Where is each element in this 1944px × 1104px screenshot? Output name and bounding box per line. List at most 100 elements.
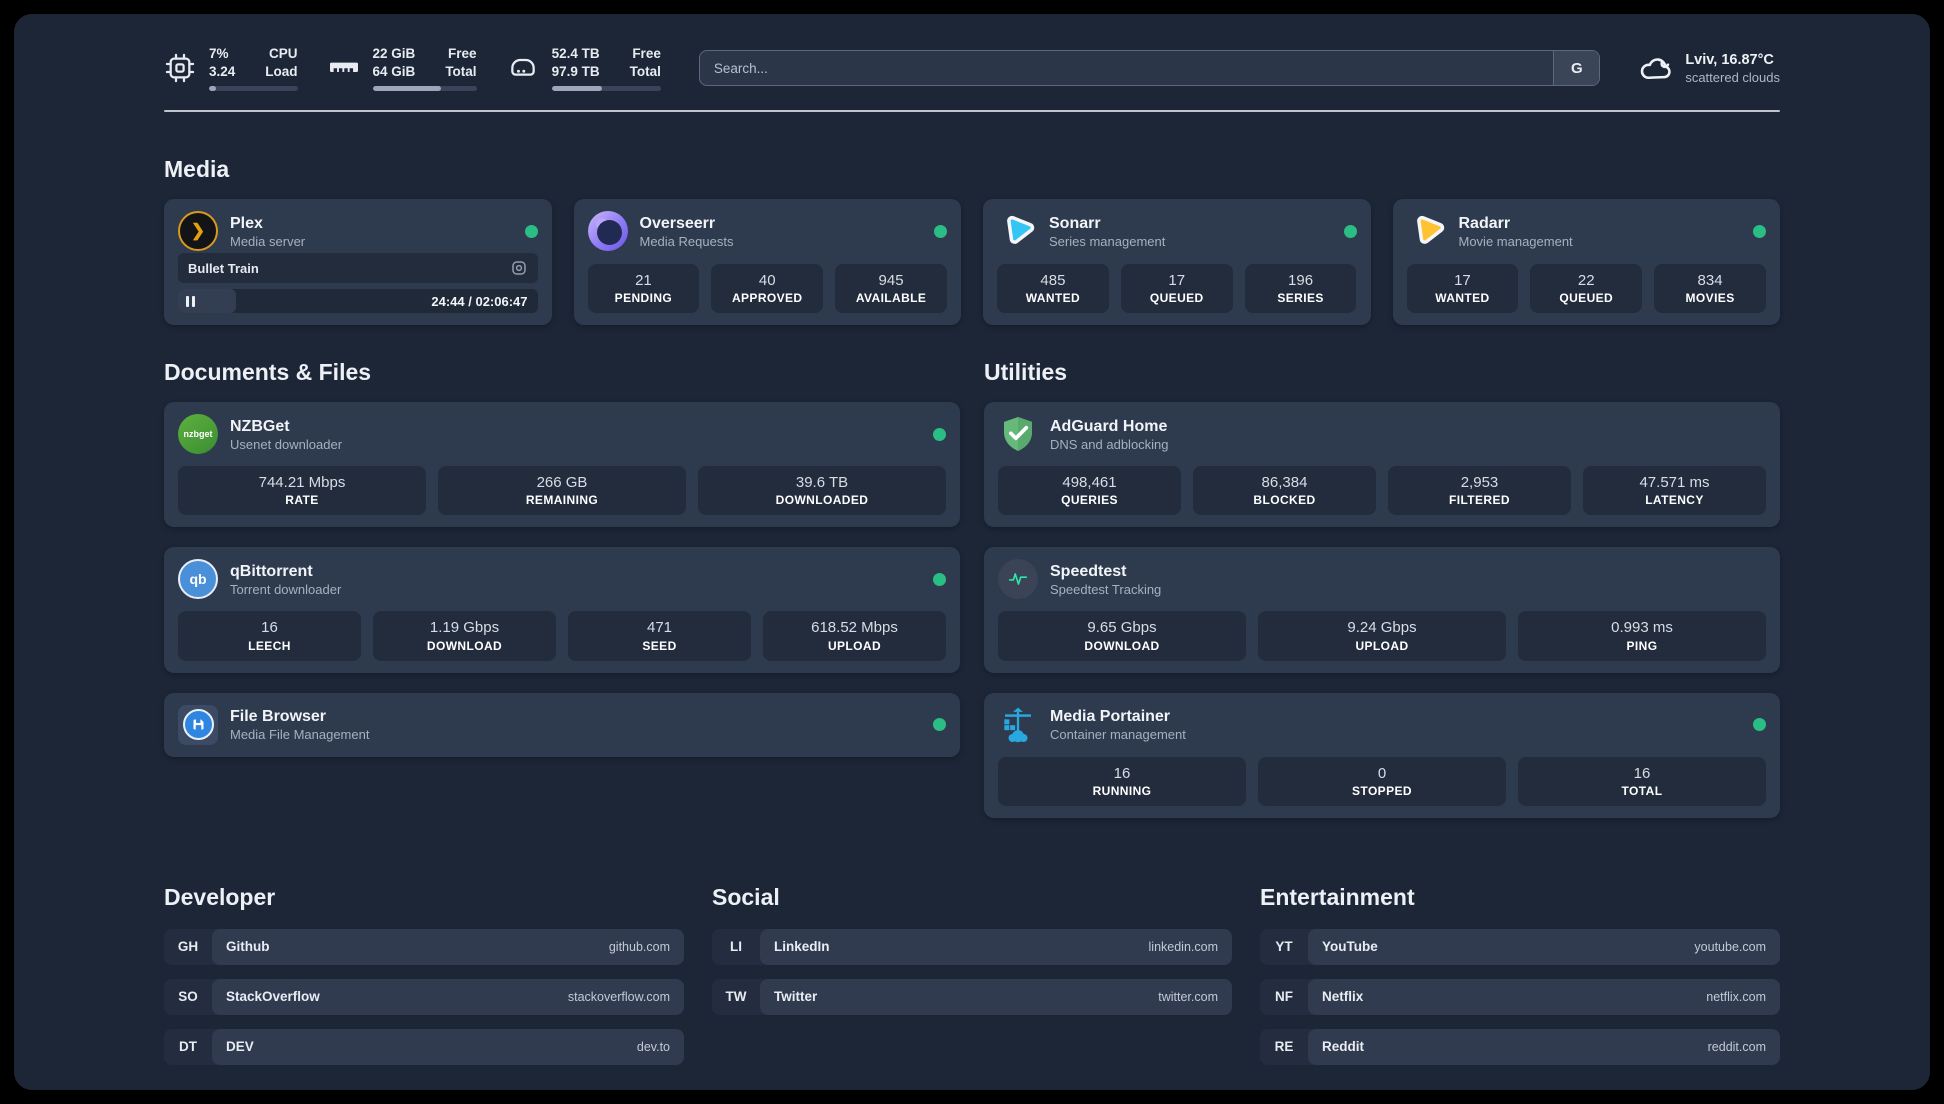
search-input[interactable]	[699, 51, 1554, 85]
radarr-icon	[1407, 211, 1447, 251]
stat-box: 16 TOTAL	[1518, 756, 1766, 806]
adguard-icon	[998, 414, 1038, 454]
stat-label: LATENCY	[1645, 493, 1704, 508]
app-desc: Series management	[1049, 233, 1166, 249]
app-name: NZBGet	[230, 417, 290, 435]
link-stackoverflow[interactable]: SO StackOverflow stackoverflow.com	[164, 978, 684, 1015]
status-dot-online	[934, 224, 947, 238]
speedtest-icon	[998, 559, 1038, 600]
stat-label: DOWNLOAD	[1084, 638, 1160, 653]
now-playing-title: Bullet Train	[188, 260, 259, 276]
stat-box: 17 QUEUED	[1120, 263, 1233, 313]
app-name: qBittorrent	[230, 562, 313, 580]
cpu-progress-track	[209, 85, 298, 91]
stat-value: 9.65 Gbps	[1087, 619, 1157, 637]
status-dot-online	[933, 572, 946, 586]
stat-label: QUERIES	[1061, 493, 1118, 508]
link-linkedin[interactable]: LI LinkedIn linkedin.com	[712, 928, 1232, 965]
link-reddit[interactable]: RE Reddit reddit.com	[1260, 1028, 1780, 1065]
cloud-icon	[1638, 50, 1674, 86]
app-card-plex[interactable]: ❯ Plex Media server Bullet Train 24:44 /…	[164, 199, 552, 325]
stat-value: 40	[758, 271, 776, 289]
link-abbr: GH	[177, 939, 199, 955]
cpu-load: 3.24	[209, 64, 236, 79]
player-progress-bar[interactable]: 24:44 / 02:06:47	[178, 289, 538, 313]
stat-label: SERIES	[1277, 291, 1324, 305]
app-card-overseerr[interactable]: Overseerr Media Requests 21 PENDING 40 A…	[573, 199, 961, 325]
stat-box: 21 PENDING	[587, 263, 700, 313]
disk-label-bottom: Total	[629, 64, 661, 79]
status-dot-online	[933, 427, 946, 441]
link-name: Github	[226, 939, 270, 955]
disk-icon	[507, 52, 539, 84]
stat-value: 485	[1040, 271, 1066, 289]
portainer-icon	[998, 705, 1038, 745]
stat-value: 17	[1168, 271, 1186, 289]
stat-box: 2,953 FILTERED	[1388, 466, 1571, 516]
stat-label: SEED	[642, 638, 677, 653]
stat-value: 0	[1377, 764, 1387, 782]
stat-value: 834	[1697, 271, 1723, 289]
link-dev[interactable]: DT DEV dev.to	[164, 1028, 684, 1065]
stat-label: APPROVED	[731, 291, 803, 305]
stat-value: 744.21 Mbps	[258, 474, 346, 491]
app-desc: Speedtest Tracking	[1050, 581, 1162, 597]
link-name: Reddit	[1322, 1039, 1364, 1055]
stat-label: BLOCKED	[1253, 493, 1316, 508]
stat-label: WANTED	[1025, 291, 1081, 305]
link-url: linkedin.com	[1148, 939, 1218, 954]
status-dot-online	[1753, 224, 1766, 238]
stat-label: PENDING	[614, 291, 673, 305]
section-title-social: Social	[712, 883, 780, 910]
documents-column: Documents & Files nzbget NZBGet Usenet d…	[164, 359, 960, 838]
hardware-widgets: 7% 3.24 CPU Load 22 GiB 64 GiB Free Tota…	[164, 45, 661, 91]
stat-value: 0.993 ms	[1611, 619, 1673, 637]
app-card-adguard[interactable]: AdGuard Home DNS and adblocking 498,461 …	[984, 402, 1780, 528]
cpu-widget: 7% 3.24 CPU Load	[164, 45, 298, 91]
top-bar: 7% 3.24 CPU Load 22 GiB 64 GiB Free Tota…	[164, 40, 1780, 96]
link-abbr: NF	[1275, 989, 1293, 1005]
stat-box: 618.52 Mbps UPLOAD	[763, 611, 946, 661]
section-title-media: Media	[164, 156, 230, 182]
app-card-qbittorrent[interactable]: qb qBittorrent Torrent downloader 16 LEE…	[164, 547, 960, 673]
status-dot-online	[933, 718, 946, 731]
app-card-filebrowser[interactable]: File Browser Media File Management	[164, 692, 960, 757]
media-settings-icon[interactable]	[510, 259, 528, 277]
link-twitter[interactable]: TW Twitter twitter.com	[712, 978, 1232, 1015]
stat-label: UPLOAD	[827, 638, 882, 653]
app-card-portainer[interactable]: Media Portainer Container management 16 …	[984, 692, 1780, 818]
app-card-radarr[interactable]: Radarr Movie management 17 WANTED 22 QUE…	[1392, 199, 1780, 325]
stat-box: 86,384 BLOCKED	[1193, 466, 1376, 516]
app-desc: Container management	[1050, 727, 1186, 742]
link-github[interactable]: GH Github github.com	[164, 928, 684, 965]
app-card-sonarr[interactable]: Sonarr Series management 485 WANTED 17 Q…	[983, 199, 1371, 325]
ram-icon	[328, 52, 360, 84]
link-youtube[interactable]: YT YouTube youtube.com	[1260, 928, 1780, 965]
link-abbr: YT	[1275, 939, 1293, 955]
stat-value: 1.19 Gbps	[429, 619, 500, 637]
app-name: Speedtest	[1050, 562, 1127, 580]
stat-box: 834 MOVIES	[1654, 263, 1766, 313]
stat-value: 17	[1454, 271, 1471, 289]
app-card-speedtest[interactable]: Speedtest Speedtest Tracking 9.65 Gbps D…	[984, 547, 1780, 673]
stat-label: PING	[1626, 638, 1658, 653]
app-card-nzbget[interactable]: nzbget NZBGet Usenet downloader 744.21 M…	[164, 402, 960, 528]
app-name: Radarr	[1458, 214, 1511, 232]
pause-button[interactable]	[178, 289, 236, 313]
link-abbr: RE	[1274, 1039, 1294, 1055]
link-name: DEV	[226, 1039, 254, 1055]
stat-value: 86,384	[1261, 474, 1308, 491]
search-engine-button[interactable]: G	[1553, 51, 1600, 85]
stat-label: RUNNING	[1092, 783, 1152, 798]
weather-location-temp: Lviv, 16.87°C	[1685, 51, 1774, 68]
stat-box: 744.21 Mbps RATE	[178, 466, 426, 516]
stat-value: 945	[878, 271, 904, 289]
disk-progress-track	[551, 85, 661, 91]
stat-label: RATE	[285, 493, 319, 508]
ram-total: 64 GiB	[372, 64, 416, 79]
link-netflix[interactable]: NF Netflix netflix.com	[1260, 978, 1780, 1015]
cpu-progress-fill	[209, 85, 217, 91]
stat-box: 9.65 Gbps DOWNLOAD	[998, 611, 1246, 661]
stat-box: 47.571 ms LATENCY	[1583, 466, 1766, 516]
ram-label-bottom: Total	[445, 64, 477, 79]
